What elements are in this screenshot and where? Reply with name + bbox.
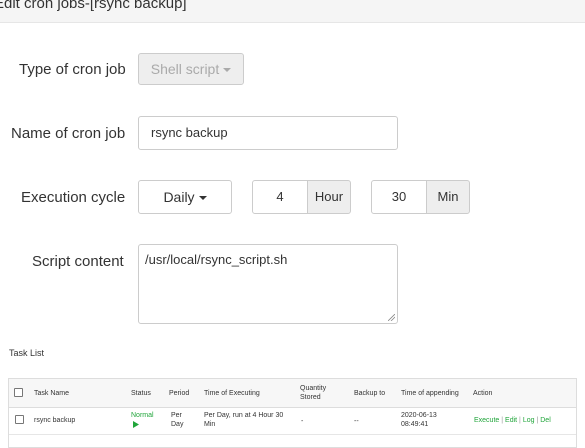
execute-link[interactable]: Execute — [474, 417, 499, 424]
type-label: Type of cron job — [19, 61, 126, 78]
play-icon[interactable] — [133, 421, 139, 428]
name-label: Name of cron job — [11, 125, 126, 142]
row-append-time: 08:49:41 — [401, 421, 429, 428]
cycle-select[interactable]: Daily — [138, 180, 232, 214]
hour-input[interactable]: 4 — [252, 180, 308, 214]
dialog-title: Edit cron jobs-[rsync backup] — [0, 0, 187, 12]
header-time-executing: Time of Executing — [204, 390, 260, 397]
hour-unit: Hour — [307, 180, 351, 214]
row-task-name: rsync backup — [34, 417, 76, 424]
header-backup-to: Backup to — [354, 390, 386, 397]
row-quantity: - — [301, 418, 304, 425]
script-label: Script content — [32, 253, 124, 270]
task-table: Task Name Status Period Time of Executin… — [8, 378, 577, 448]
edit-link[interactable]: Edit — [505, 417, 517, 424]
minute-input-value: 30 — [391, 189, 407, 204]
separator: | — [536, 417, 539, 424]
log-link[interactable]: Log — [523, 417, 535, 424]
row-actions: Execute | Edit | Log | Del — [474, 416, 551, 425]
header-time-appending: Time of appending — [401, 390, 459, 397]
row-time-line2: Min — [204, 421, 216, 428]
resize-handle-icon[interactable] — [388, 314, 395, 321]
select-all-checkbox[interactable] — [14, 388, 23, 397]
name-input-value: rsync backup — [151, 125, 228, 140]
type-select-value: Shell script — [150, 61, 220, 77]
separator: | — [519, 417, 521, 424]
row-period-line1: Per — [171, 412, 182, 419]
row-backup-to: -- — [354, 418, 359, 425]
header-action: Action — [473, 390, 493, 397]
cycle-label: Execution cycle — [21, 189, 126, 206]
minute-input[interactable]: 30 — [371, 180, 427, 214]
cycle-select-value: Daily — [163, 189, 195, 205]
delete-link[interactable]: Del — [540, 417, 551, 424]
hour-input-value: 4 — [276, 189, 284, 204]
dialog-titlebar: Edit cron jobs-[rsync backup] — [0, 0, 585, 23]
row-time-line1: Per Day, run at 4 Hour 30 — [204, 412, 284, 419]
header-status: Status — [131, 390, 151, 397]
name-input[interactable]: rsync backup — [138, 116, 398, 150]
chevron-down-icon — [223, 68, 232, 73]
row-checkbox[interactable] — [15, 415, 24, 424]
script-textarea-value: /usr/local/rsync_script.sh — [145, 252, 288, 267]
row-divider — [9, 434, 576, 435]
minute-unit: Min — [426, 180, 470, 214]
row-status: Normal — [131, 412, 154, 419]
chevron-down-icon — [198, 196, 207, 201]
separator: | — [501, 417, 504, 424]
row-append-date: 2020-06-13 — [401, 412, 437, 419]
header-period: Period — [169, 390, 190, 397]
type-select[interactable]: Shell script — [138, 53, 244, 85]
task-list-label: Task List — [9, 348, 45, 358]
row-period-line2: Day — [171, 421, 184, 428]
header-task-name: Task Name — [34, 390, 70, 397]
script-textarea[interactable]: /usr/local/rsync_script.sh — [138, 244, 398, 324]
header-stored: Stored — [300, 394, 321, 401]
table-header: Task Name Status Period Time of Executin… — [9, 379, 576, 408]
header-quantity: Quantity — [300, 385, 327, 392]
